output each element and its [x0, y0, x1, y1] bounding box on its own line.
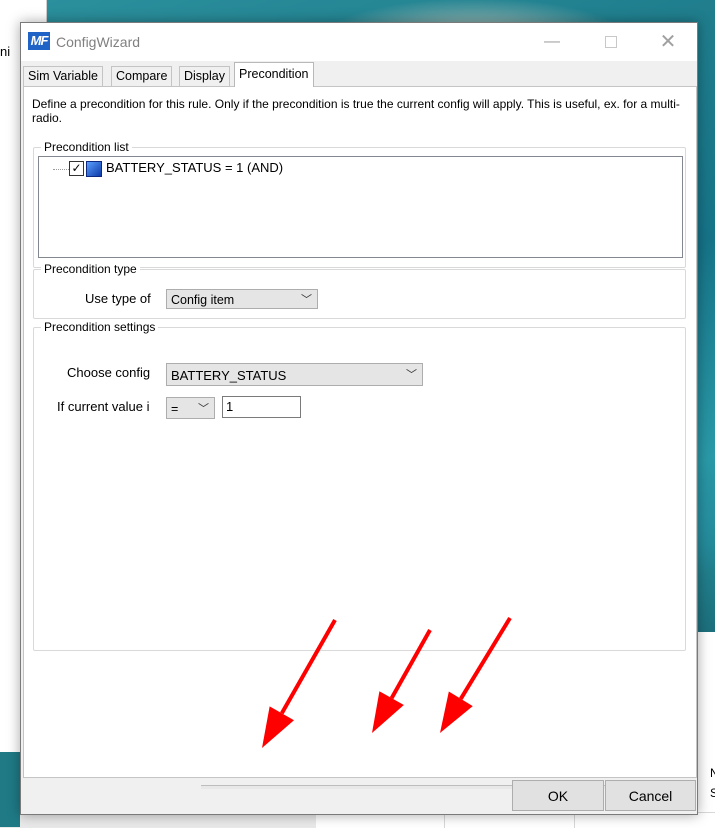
window-title: ConfigWizard — [56, 34, 141, 50]
precondition-tree[interactable]: ✓ BATTERY_STATUS = 1 (AND) — [38, 156, 683, 258]
tab-precondition[interactable]: Precondition — [234, 62, 314, 87]
choose-config-select[interactable]: BATTERY_STATUS ﹀ — [166, 363, 423, 386]
current-value-label: If current value i — [57, 399, 150, 414]
use-type-label: Use type of — [85, 291, 151, 306]
config-wizard-dialog: MF ConfigWizard — ✕ Sim Variable Compare… — [20, 22, 698, 815]
choose-config-label: Choose config — [67, 365, 151, 380]
close-icon: ✕ — [659, 31, 677, 53]
operator-value: = — [171, 402, 179, 416]
precondition-description: Define a precondition for this rule. Onl… — [32, 97, 680, 125]
background-panel-text: N — [710, 766, 715, 780]
use-type-value: Config item — [171, 293, 235, 307]
tab-display[interactable]: Display — [179, 66, 230, 86]
close-button[interactable]: ✕ — [645, 23, 691, 61]
ok-button[interactable]: OK — [512, 780, 604, 811]
divider — [444, 813, 445, 828]
precondition-type-legend: Precondition type — [41, 262, 140, 276]
operator-select[interactable]: = ﹀ — [166, 397, 215, 419]
choose-config-value: BATTERY_STATUS — [171, 368, 287, 383]
tab-compare[interactable]: Compare — [111, 66, 173, 86]
tab-strip: Sim Variable Compare Display Preconditio… — [21, 61, 697, 87]
minimize-icon: — — [544, 33, 560, 50]
precondition-settings-group: Precondition settings Choose config BATT… — [33, 320, 686, 651]
tab-sim-variable[interactable]: Sim Variable — [23, 66, 103, 86]
background-panel: N S — [697, 632, 715, 827]
title-bar[interactable]: MF ConfigWizard — ✕ — [21, 23, 697, 61]
compare-value-input[interactable]: 1 — [222, 396, 301, 418]
chevron-down-icon: ﹀ — [198, 403, 209, 415]
app-icon: MF — [28, 32, 50, 50]
precondition-settings-legend: Precondition settings — [41, 320, 159, 334]
precondition-list-legend: Precondition list — [41, 140, 132, 154]
desktop-background-strip — [0, 752, 20, 827]
maximize-icon — [605, 35, 617, 48]
precondition-type-group: Precondition type Use type of Config ite… — [33, 262, 686, 319]
maximize-button[interactable] — [588, 23, 634, 61]
background-window-text: ni — [0, 44, 11, 59]
tree-connector — [53, 169, 69, 170]
chevron-down-icon: ﹀ — [301, 294, 312, 306]
precondition-list-group: Precondition list ✓ BATTERY_STATUS = 1 (… — [33, 140, 686, 268]
cancel-button[interactable]: Cancel — [605, 780, 696, 811]
precondition-checkbox[interactable]: ✓ — [69, 161, 84, 176]
use-type-select[interactable]: Config item ﹀ — [166, 289, 318, 309]
minimize-button[interactable]: — — [529, 23, 575, 61]
precondition-item-label[interactable]: BATTERY_STATUS = 1 (AND) — [106, 160, 283, 175]
config-item-icon — [86, 161, 102, 177]
divider — [574, 813, 575, 828]
chevron-down-icon: ﹀ — [406, 369, 417, 381]
background-panel-text: S — [710, 786, 715, 800]
